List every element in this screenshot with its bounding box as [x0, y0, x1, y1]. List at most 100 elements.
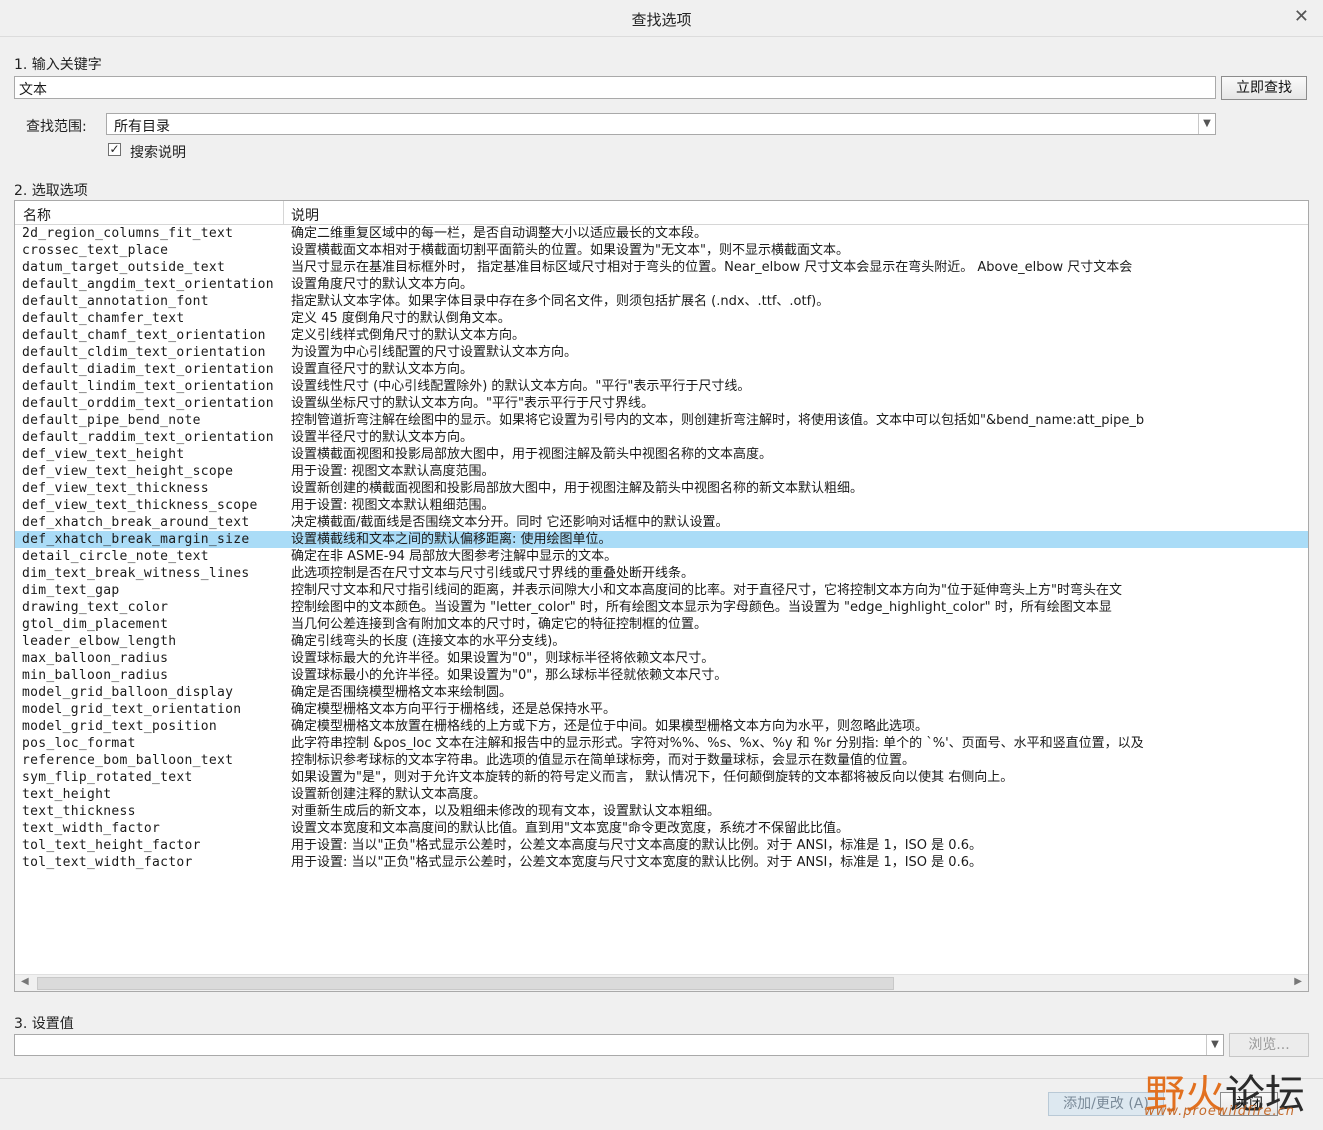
- column-header-name[interactable]: 名称: [23, 205, 51, 225]
- table-row[interactable]: default_annotation_font 指定默认文本字体。如果字体目录中存…: [15, 293, 1308, 310]
- option-name: 2d_region_columns_fit_text: [22, 226, 234, 241]
- option-description: 设置球标最小的允许半径。如果设置为"0"，那么球标半径就依赖文本尺寸。: [291, 668, 728, 683]
- scroll-left-icon[interactable]: ◀: [21, 976, 29, 987]
- table-row[interactable]: text_height 设置新创建注释的默认文本高度。: [15, 786, 1308, 803]
- option-name: dim_text_break_witness_lines: [22, 566, 250, 581]
- scope-label: 查找范围:: [26, 119, 87, 135]
- table-row[interactable]: datum_target_outside_text 当尺寸显示在基准目标框外时， …: [15, 259, 1308, 276]
- table-row[interactable]: default_orddim_text_orientation 设置纵坐标尺寸的默…: [15, 395, 1308, 412]
- keyword-input[interactable]: 文本: [14, 76, 1216, 99]
- option-name: default_annotation_font: [22, 294, 209, 309]
- table-row[interactable]: default_pipe_bend_note 控制管道折弯注解在绘图中的显示。如果…: [15, 412, 1308, 429]
- option-description: 设置新创建的横截面视图和投影局部放大图中，用于视图注解及箭头中视图名称的新文本默…: [291, 481, 864, 496]
- table-row[interactable]: crossec_text_place 设置横截面文本相对于横截面切割平面箭头的位置…: [15, 242, 1308, 259]
- option-name: model_grid_text_position: [22, 719, 218, 734]
- option-name: model_grid_balloon_display: [22, 685, 234, 700]
- horizontal-scrollbar[interactable]: ◀ ▶: [15, 974, 1308, 991]
- table-row[interactable]: max_balloon_radius 设置球标最大的允许半径。如果设置为"0"，则…: [15, 650, 1308, 667]
- scroll-right-icon[interactable]: ▶: [1294, 976, 1302, 987]
- chevron-down-icon[interactable]: ▼: [1198, 114, 1215, 134]
- table-row[interactable]: tol_text_height_factor 用于设置: 当以"正负"格式显示公差…: [15, 837, 1308, 854]
- step1-label: 1. 输入关键字: [14, 57, 102, 73]
- option-description: 决定横截面/截面线是否围绕文本分开。同时 它还影响对话框中的默认设置。: [291, 515, 729, 530]
- table-row[interactable]: def_view_text_thickness 设置新创建的横截面视图和投影局部放…: [15, 480, 1308, 497]
- scope-select[interactable]: 所有目录 ▼: [106, 113, 1216, 135]
- table-row[interactable]: leader_elbow_length 确定引线弯头的长度 (连接文本的水平分支线…: [15, 633, 1308, 650]
- option-description: 控制标识参考球标的文本字符串。此选项的值显示在简单球标旁，而对于数量球标，会显示…: [291, 753, 916, 768]
- option-description: 设置半径尺寸的默认文本方向。: [291, 430, 474, 445]
- table-row[interactable]: model_grid_balloon_display 确定是否围绕模型栅格文本来绘…: [15, 684, 1308, 701]
- option-description: 定义 45 度倒角尺寸的默认倒角文本。: [291, 311, 511, 326]
- close-icon[interactable]: ✕: [1294, 6, 1309, 27]
- table-row[interactable]: min_balloon_radius 设置球标最小的允许半径。如果设置为"0"，那…: [15, 667, 1308, 684]
- keyword-value: 文本: [19, 82, 47, 98]
- option-description: 设置角度尺寸的默认文本方向。: [291, 277, 474, 292]
- browse-button[interactable]: 浏览...: [1229, 1033, 1309, 1057]
- value-chevron-down-icon[interactable]: ▼: [1206, 1035, 1223, 1055]
- scrollbar-thumb[interactable]: [37, 977, 894, 990]
- table-row[interactable]: default_diadim_text_orientation 设置直径尺寸的默认…: [15, 361, 1308, 378]
- option-description: 用于设置: 视图文本默认粗细范围。: [291, 498, 495, 513]
- option-name: tol_text_width_factor: [22, 855, 193, 870]
- table-row[interactable]: reference_bom_balloon_text 控制标识参考球标的文本字符串…: [15, 752, 1308, 769]
- option-description: 设置线性尺寸 (中心引线配置除外) 的默认文本方向。"平行"表示平行于尺寸线。: [291, 379, 751, 394]
- table-row[interactable]: text_thickness 对重新生成后的新文本，以及粗细未修改的现有文本，设置…: [15, 803, 1308, 820]
- column-header-desc[interactable]: 说明: [291, 205, 319, 225]
- table-row[interactable]: gtol_dim_placement 当几何公差连接到含有附加文本的尺寸时，确定它…: [15, 616, 1308, 633]
- table-row[interactable]: default_cldim_text_orientation 为设置为中心引线配置…: [15, 344, 1308, 361]
- search-now-button[interactable]: 立即查找: [1221, 76, 1307, 100]
- table-row[interactable]: pos_loc_format 此字符串控制 &pos_loc 文本在注解和报告中的…: [15, 735, 1308, 752]
- search-desc-checkbox[interactable]: ✓: [108, 143, 121, 156]
- table-row[interactable]: sym_flip_rotated_text 如果设置为"是"，则对于允许文本旋转的…: [15, 769, 1308, 786]
- option-name: default_angdim_text_orientation: [22, 277, 274, 292]
- table-row[interactable]: default_lindim_text_orientation 设置线性尺寸 (中…: [15, 378, 1308, 395]
- table-row[interactable]: dim_text_gap 控制尺寸文本和尺寸指引线间的距离，并表示间隙大小和文本高…: [15, 582, 1308, 599]
- table-row[interactable]: def_view_text_thickness_scope 用于设置: 视图文本默…: [15, 497, 1308, 514]
- table-row[interactable]: model_grid_text_orientation 确定模型栅格文本方向平行于…: [15, 701, 1308, 718]
- option-name: datum_target_outside_text: [22, 260, 226, 275]
- options-table[interactable]: 名称 说明 2d_region_columns_fit_text 确定二维重复区域…: [14, 200, 1309, 992]
- option-description: 设置横截线和文本之间的默认偏移距离: 使用绘图单位。: [291, 532, 612, 547]
- table-row[interactable]: def_view_text_height 设置横截面视图和投影局部放大图中，用于视…: [15, 446, 1308, 463]
- option-name: dim_text_gap: [22, 583, 120, 598]
- table-row[interactable]: def_xhatch_break_margin_size 设置横截线和文本之间的默…: [15, 531, 1308, 548]
- option-description: 确定二维重复区域中的每一栏，是否自动调整大小以适应最长的文本段。: [291, 226, 708, 241]
- table-row[interactable]: detail_circle_note_text 确定在非 ASME-94 局部放大…: [15, 548, 1308, 565]
- option-description: 当几何公差连接到含有附加文本的尺寸时，确定它的特征控制框的位置。: [291, 617, 708, 632]
- value-input[interactable]: ▼: [14, 1034, 1224, 1056]
- column-divider[interactable]: [283, 201, 284, 224]
- option-name: min_balloon_radius: [22, 668, 169, 683]
- option-name: default_chamf_text_orientation: [22, 328, 266, 343]
- option-description: 控制绘图中的文本颜色。当设置为 "letter_color" 时，所有绘图文本显…: [291, 600, 1112, 615]
- option-name: default_lindim_text_orientation: [22, 379, 274, 394]
- table-row[interactable]: default_raddim_text_orientation 设置半径尺寸的默认…: [15, 429, 1308, 446]
- step3-label: 3. 设置值: [14, 1016, 74, 1032]
- table-row[interactable]: default_chamfer_text 定义 45 度倒角尺寸的默认倒角文本。: [15, 310, 1308, 327]
- option-description: 此选项控制是否在尺寸文本与尺寸引线或尺寸界线的重叠处断开线条。: [291, 566, 695, 581]
- table-row[interactable]: text_width_factor 设置文本宽度和文本高度间的默认比值。直到用"文…: [15, 820, 1308, 837]
- table-row[interactable]: default_chamf_text_orientation 定义引线样式倒角尺寸…: [15, 327, 1308, 344]
- option-description: 用于设置: 当以"正负"格式显示公差时，公差文本宽度与尺寸文本宽度的默认比例。对…: [291, 855, 982, 870]
- option-name: leader_elbow_length: [22, 634, 177, 649]
- option-description: 设置横截面视图和投影局部放大图中，用于视图注解及箭头中视图名称的文本高度。: [291, 447, 773, 462]
- option-description: 确定是否围绕模型栅格文本来绘制圆。: [291, 685, 513, 700]
- option-description: 确定模型栅格文本放置在栅格线的上方或下方，还是位于中间。如果模型栅格文本方向为水…: [291, 719, 929, 734]
- option-description: 当尺寸显示在基准目标框外时， 指定基准目标区域尺寸相对于弯头的位置。Near_e…: [291, 260, 1133, 275]
- table-row[interactable]: def_xhatch_break_around_text 决定横截面/截面线是否围…: [15, 514, 1308, 531]
- option-name: default_cldim_text_orientation: [22, 345, 266, 360]
- table-row[interactable]: dim_text_break_witness_lines 此选项控制是否在尺寸文本…: [15, 565, 1308, 582]
- dialog-title: 查找选项: [631, 11, 692, 29]
- option-name: sym_flip_rotated_text: [22, 770, 193, 785]
- option-name: default_orddim_text_orientation: [22, 396, 274, 411]
- table-row[interactable]: default_angdim_text_orientation 设置角度尺寸的默认…: [15, 276, 1308, 293]
- option-description: 设置新创建注释的默认文本高度。: [291, 787, 487, 802]
- option-description: 指定默认文本字体。如果字体目录中存在多个同名文件，则须包括扩展名 (.ndx、.…: [291, 294, 830, 309]
- table-row[interactable]: 2d_region_columns_fit_text 确定二维重复区域中的每一栏，…: [15, 225, 1308, 242]
- option-name: default_chamfer_text: [22, 311, 185, 326]
- table-row[interactable]: tol_text_width_factor 用于设置: 当以"正负"格式显示公差时…: [15, 854, 1308, 871]
- option-name: gtol_dim_placement: [22, 617, 169, 632]
- table-row[interactable]: drawing_text_color 控制绘图中的文本颜色。当设置为 "lette…: [15, 599, 1308, 616]
- table-row[interactable]: def_view_text_height_scope 用于设置: 视图文本默认高度…: [15, 463, 1308, 480]
- table-row[interactable]: model_grid_text_position 确定模型栅格文本放置在栅格线的上…: [15, 718, 1308, 735]
- option-description: 设置直径尺寸的默认文本方向。: [291, 362, 474, 377]
